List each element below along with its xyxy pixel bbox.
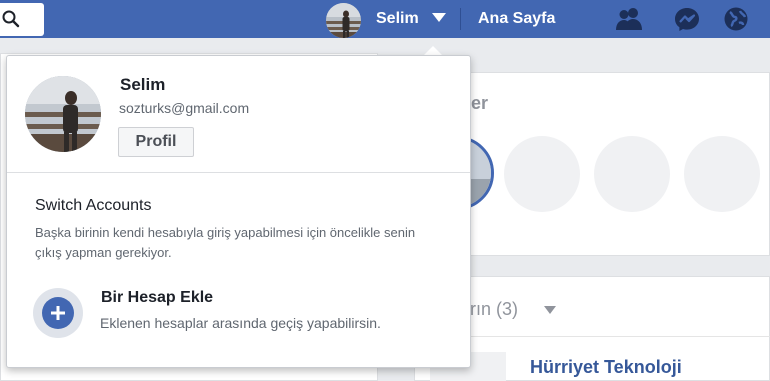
top-navigation-bar: Selim Ana Sayfa	[0, 0, 770, 38]
friends-icon[interactable]	[615, 6, 643, 32]
add-account-icon-wrapper	[33, 288, 83, 338]
account-name: Selim	[120, 75, 166, 94]
messenger-icon[interactable]	[673, 6, 701, 32]
topbar-user-name[interactable]: Selim	[376, 9, 419, 29]
account-email: sozturks@gmail.com	[119, 100, 250, 116]
home-link[interactable]: Ana Sayfa	[478, 9, 555, 29]
search-icon	[2, 10, 20, 28]
search-input[interactable]	[0, 3, 44, 36]
add-account-description: Eklenen hesaplar arasında geçiş yapabili…	[100, 315, 381, 331]
dropdown-pointer	[424, 46, 442, 55]
story-placeholder	[594, 136, 670, 212]
avatar-photo-icon	[326, 3, 361, 38]
add-account-title: Bir Hesap Ekle	[101, 289, 214, 306]
dropdown-divider	[7, 172, 470, 173]
story-placeholder	[684, 136, 760, 212]
account-dropdown-menu: Selim sozturks@gmail.com Profil Switch A…	[6, 55, 471, 368]
globe-icon[interactable]	[722, 6, 750, 32]
switch-accounts-description: Başka birinin kendi hesabıyla giriş yapa…	[35, 225, 416, 260]
profile-button[interactable]: Profil	[118, 127, 194, 157]
add-account-button[interactable]: Bir Hesap Ekle Eklenen hesaplar arasında…	[31, 284, 451, 340]
topbar-avatar[interactable]	[326, 3, 361, 38]
plus-icon	[42, 297, 74, 329]
avatar-photo-icon	[25, 76, 101, 152]
page-name-link[interactable]: Hürriyet Teknoloji	[530, 356, 682, 378]
topbar-divider	[460, 8, 461, 30]
story-placeholder	[504, 136, 580, 212]
chevron-down-icon[interactable]	[432, 13, 446, 22]
switch-accounts-title: Switch Accounts	[35, 197, 152, 214]
account-avatar[interactable]	[25, 76, 101, 152]
chevron-down-icon[interactable]	[544, 306, 556, 314]
